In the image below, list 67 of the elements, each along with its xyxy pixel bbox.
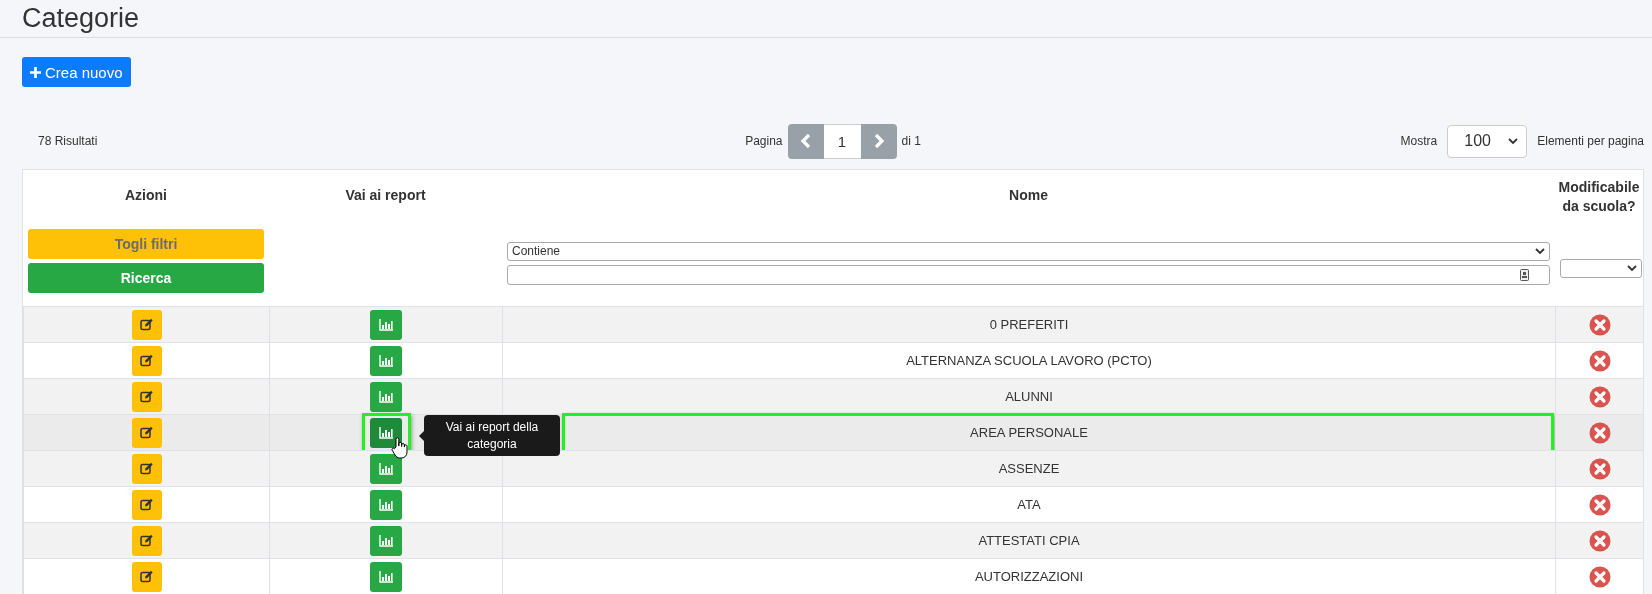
bar-chart-icon (379, 390, 393, 403)
close-circle-icon (1588, 385, 1611, 408)
bar-chart-icon (379, 498, 393, 511)
close-circle-icon (1588, 313, 1611, 336)
next-page-button[interactable] (860, 123, 897, 159)
edit-button[interactable] (131, 345, 162, 376)
edit-button[interactable] (131, 489, 162, 520)
edit-icon (140, 498, 153, 511)
close-circle-icon (1588, 457, 1611, 480)
category-name: ATA (1017, 497, 1041, 512)
page-label: Pagina (745, 134, 783, 148)
category-name: 0 PREFERITI (989, 317, 1069, 332)
field-icon (1520, 268, 1529, 281)
caret-icon (1627, 264, 1637, 272)
chevron-left-icon (799, 133, 812, 149)
edit-button[interactable] (131, 381, 162, 412)
category-name: ALTERNANZA SCUOLA LAVORO (PCTO) (906, 353, 1152, 368)
category-name: AREA PERSONALE (970, 425, 1088, 440)
edit-button[interactable] (131, 417, 162, 448)
page-title: Categorie (22, 2, 140, 35)
category-name: AUTORIZZAZIONI (974, 569, 1084, 584)
bar-chart-icon (379, 534, 393, 547)
create-new-button[interactable]: Crea nuovo (22, 57, 131, 87)
page-total: di 1 (901, 134, 921, 148)
edit-icon (140, 390, 153, 403)
previous-page-button[interactable] (787, 123, 824, 159)
bar-chart-icon (379, 462, 393, 475)
per-page-label: Elementi per pagina (1537, 134, 1644, 148)
category-name: ALUNNI (1005, 389, 1053, 404)
edit-button[interactable] (131, 525, 162, 556)
tooltip: Vai ai report della categoria (424, 415, 560, 456)
edit-icon (140, 318, 153, 331)
edit-icon (140, 570, 153, 583)
bar-chart-icon (379, 426, 393, 439)
show-label: Mostra (1400, 134, 1438, 148)
column-header: Azioni (124, 186, 168, 203)
category-name: ATTESTATI CPIA (978, 533, 1080, 548)
edit-icon (140, 534, 153, 547)
edit-button[interactable] (131, 309, 162, 340)
bar-chart-icon (379, 570, 393, 583)
page-number-field[interactable]: 1 (823, 123, 861, 159)
caret-icon (1508, 137, 1519, 145)
edit-button[interactable] (131, 561, 162, 592)
close-circle-icon (1588, 493, 1611, 516)
close-circle-icon (1588, 529, 1611, 552)
bar-chart-icon (379, 354, 393, 367)
column-header: Vai ai report (344, 186, 427, 203)
results-count: 78 Risultati (37, 134, 98, 148)
plus-icon (30, 66, 41, 78)
edit-icon (140, 354, 153, 367)
category-name: ASSENZE (998, 461, 1060, 476)
hand-cursor-icon (391, 437, 409, 459)
page-size-select[interactable]: 100 (1447, 124, 1528, 158)
edit-icon (140, 426, 153, 439)
column-header: Modificabile da scuola? (1557, 178, 1641, 216)
close-circle-icon (1588, 349, 1611, 372)
close-circle-icon (1588, 565, 1611, 588)
caret-icon (1535, 247, 1545, 255)
bar-chart-icon (379, 318, 393, 331)
close-circle-icon (1588, 421, 1611, 444)
edit-icon (140, 462, 153, 475)
chevron-right-icon (872, 133, 885, 149)
modifiable-filter-select[interactable] (1560, 258, 1642, 278)
name-filter-field[interactable] (507, 264, 1550, 285)
column-header: Nome (1008, 186, 1049, 203)
filter-mode-select[interactable]: Contiene (507, 241, 1550, 261)
edit-button[interactable] (131, 453, 162, 484)
